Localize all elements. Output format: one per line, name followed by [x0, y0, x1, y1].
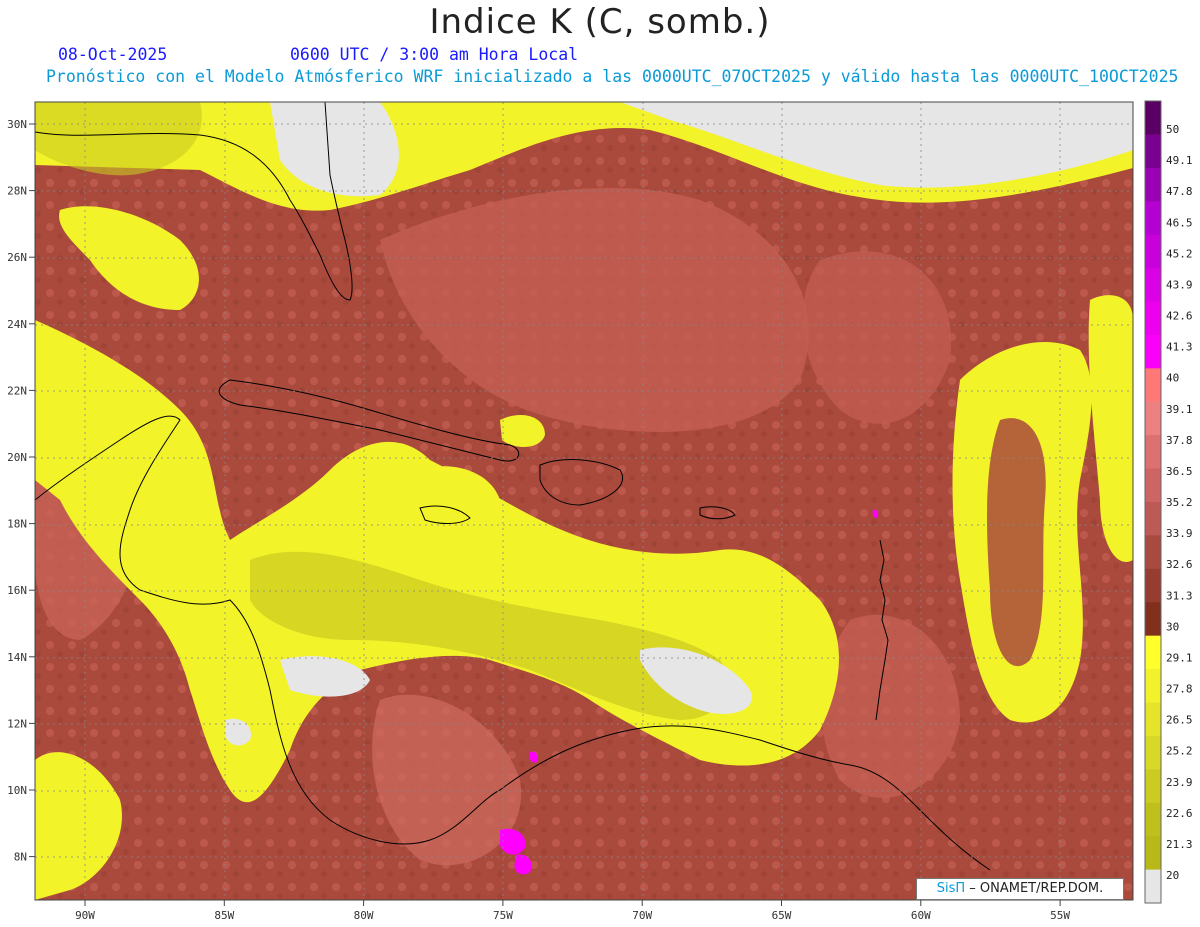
colorbar-label: 45.2 — [1166, 247, 1193, 260]
lat-label: 22N — [7, 384, 27, 397]
colorbar-swatch — [1145, 602, 1161, 637]
colorbar-label: 31.3 — [1166, 589, 1193, 602]
colorbar-label: 39.1 — [1166, 403, 1193, 416]
lat-label: 12N — [7, 717, 27, 730]
colorbar-swatch — [1145, 635, 1161, 670]
colorbar-label: 50 — [1166, 123, 1179, 136]
colorbar-swatch — [1145, 535, 1161, 570]
credit-org: – ONAMET/REP.DOM. — [969, 881, 1104, 896]
colorbar-swatch — [1145, 869, 1161, 904]
colorbar-swatch — [1145, 802, 1161, 837]
colorbar-label: 30 — [1166, 620, 1179, 633]
colorbar-swatch — [1145, 502, 1161, 536]
lon-label: 55W — [1050, 909, 1070, 922]
colorbar-swatch — [1145, 234, 1161, 269]
colorbar-label: 33.9 — [1166, 527, 1193, 540]
colorbar-label: 27.8 — [1166, 683, 1193, 696]
colorbar-swatch — [1145, 702, 1161, 737]
colorbar-swatch — [1145, 201, 1161, 236]
lon-label: 80W — [354, 909, 374, 922]
colorbar-swatch — [1145, 568, 1161, 603]
lat-label: 24N — [7, 318, 27, 331]
colorbar-label: 21.3 — [1166, 838, 1193, 851]
lon-label: 70W — [632, 909, 652, 922]
lat-label: 28N — [7, 185, 27, 198]
lon-label: 90W — [75, 909, 95, 922]
colorbar-swatch — [1145, 669, 1161, 703]
colorbar-swatch — [1145, 435, 1161, 470]
colorbar-label: 32.6 — [1166, 558, 1193, 571]
lat-label: 30N — [7, 118, 27, 131]
zone-brown-atlantic-east — [987, 418, 1046, 667]
credit-box: SisΠ – ONAMET/REP.DOM. — [916, 878, 1124, 900]
colorbar-label: 40 — [1166, 372, 1179, 385]
credit-logo: SisΠ — [936, 881, 966, 896]
colorbar-swatch — [1145, 134, 1161, 169]
lat-label: 26N — [7, 251, 27, 264]
longitude-axis: 90W 85W 80W 75W 70W 65W 60W 55W — [75, 900, 1070, 922]
colorbar-swatch — [1145, 301, 1161, 336]
colorbar-swatch — [1145, 167, 1161, 202]
map-field — [35, 102, 1133, 900]
colorbar-swatch — [1145, 368, 1161, 403]
colorbar-swatch — [1145, 769, 1161, 804]
colorbar-label: 41.3 — [1166, 341, 1193, 354]
colorbar-swatch — [1145, 101, 1161, 135]
lon-label: 75W — [493, 909, 513, 922]
colorbar-label: 35.2 — [1166, 496, 1193, 509]
k-index-map: 90W 85W 80W 75W 70W 65W 60W 55W 30N 28N 26N 24N 22N… — [7, 100, 1193, 922]
colorbar-swatch — [1145, 836, 1161, 871]
colorbar-label: 36.5 — [1166, 465, 1193, 478]
lon-label: 60W — [911, 909, 931, 922]
colorbar-swatch — [1145, 334, 1161, 369]
colorbar-label: 29.1 — [1166, 651, 1193, 664]
lat-label: 18N — [7, 518, 27, 531]
lat-label: 20N — [7, 451, 27, 464]
colorbar-label: 26.5 — [1166, 714, 1193, 727]
colorbar-label: 25.2 — [1166, 745, 1193, 758]
colorbar-label: 43.9 — [1166, 278, 1193, 291]
colorbar-label: 49.1 — [1166, 154, 1193, 167]
colorbar-label: 22.6 — [1166, 807, 1193, 820]
colorbar-swatch — [1145, 268, 1161, 302]
lon-label: 85W — [214, 909, 234, 922]
colorbar-label: 23.9 — [1166, 776, 1193, 789]
latitude-axis: 30N 28N 26N 24N 22N 20N 18N 16N 14N 12N 10N 8N — [7, 118, 35, 864]
lon-label: 65W — [772, 909, 792, 922]
colorbar-swatch — [1145, 401, 1161, 436]
colorbar-label: 37.8 — [1166, 434, 1193, 447]
colorbar-label: 46.5 — [1166, 216, 1193, 229]
lat-label: 16N — [7, 584, 27, 597]
colorbar: 50 49.1 47.8 46.5 45.2 43.9 42.6 41.3 40 39.1 37.8… — [1144, 100, 1193, 904]
colorbar-label: 42.6 — [1166, 310, 1193, 323]
lat-label: 8N — [14, 851, 27, 864]
lat-label: 14N — [7, 651, 27, 664]
colorbar-swatch — [1145, 735, 1161, 770]
colorbar-label: 47.8 — [1166, 185, 1193, 198]
colorbar-swatch — [1145, 468, 1161, 503]
colorbar-label: 20 — [1166, 869, 1179, 882]
lat-label: 10N — [7, 784, 27, 797]
